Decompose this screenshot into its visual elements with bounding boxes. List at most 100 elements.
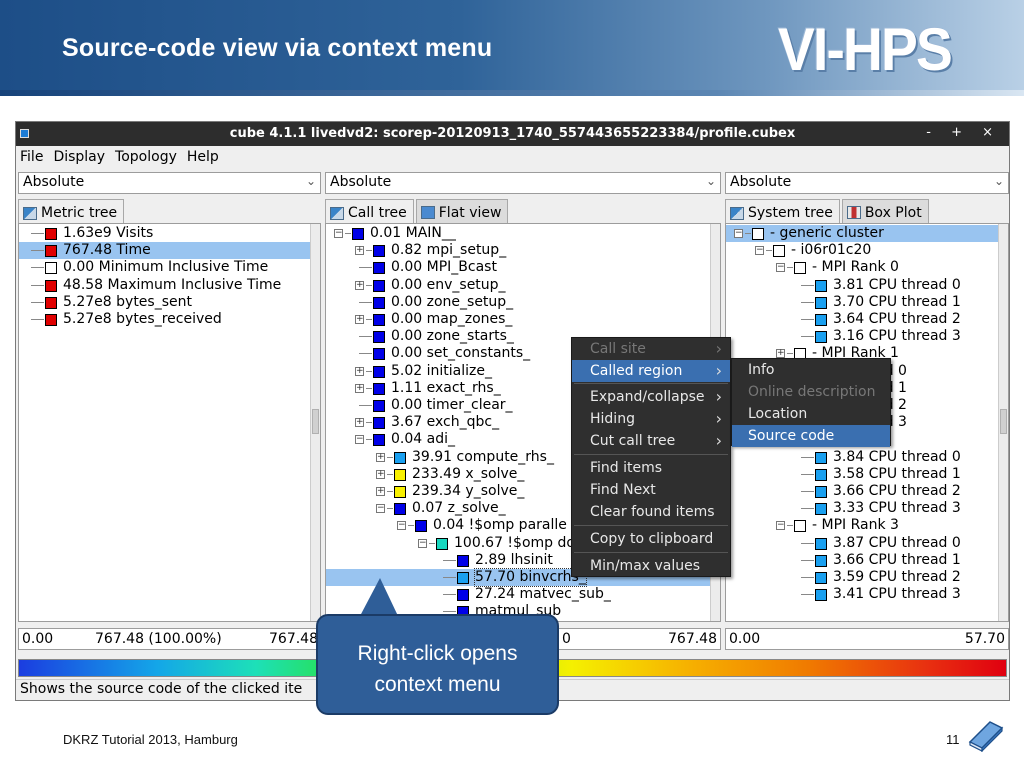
expand-icon[interactable]: +: [355, 418, 364, 428]
menu-item-find-items[interactable]: Find items: [572, 457, 730, 479]
tree-row[interactable]: 5.27e8 bytes_sent: [19, 294, 310, 311]
system-tree-scrollbar[interactable]: [998, 224, 1008, 621]
menu-item-call-site[interactable]: Call site ›: [572, 338, 730, 360]
tree-connector: [801, 559, 814, 561]
tree-row[interactable]: +0.00 env_setup_: [326, 277, 710, 294]
collapse-icon[interactable]: −: [397, 521, 406, 531]
menu-item-info[interactable]: Info: [732, 359, 890, 381]
tree-row[interactable]: 3.81 CPU thread 0: [726, 277, 998, 294]
tab-system-tree[interactable]: System tree: [725, 199, 840, 224]
tree-row[interactable]: 767.48 Time: [19, 242, 310, 260]
tree-row-label: 0.04 !$omp paralle: [433, 517, 567, 534]
expand-icon[interactable]: +: [376, 469, 385, 479]
color-square-icon: [815, 486, 827, 498]
menu-item-location[interactable]: Location: [732, 403, 890, 425]
tree-row[interactable]: 3.41 CPU thread 3: [726, 586, 998, 603]
tree-row[interactable]: 3.87 CPU thread 0: [726, 535, 998, 552]
tree-row[interactable]: − - i06r01c20: [726, 242, 998, 259]
menu-item-label: Clear found items: [590, 504, 715, 520]
expand-icon[interactable]: +: [355, 366, 364, 376]
menu-item-copy-to-clipboard[interactable]: Copy to clipboard: [572, 528, 730, 550]
menu-item-find-next[interactable]: Find Next: [572, 479, 730, 501]
metric-tree-scrollbar[interactable]: [310, 224, 320, 621]
menu-help[interactable]: Help: [187, 149, 219, 165]
tree-row[interactable]: 5.27e8 bytes_received: [19, 311, 310, 328]
collapse-icon[interactable]: −: [734, 229, 743, 238]
expand-icon[interactable]: +: [355, 383, 364, 393]
expand-icon[interactable]: +: [355, 280, 364, 290]
tree-row[interactable]: 3.33 CPU thread 3: [726, 500, 998, 517]
color-square-icon: [457, 572, 469, 584]
menu-file[interactable]: File: [20, 149, 43, 165]
collapse-icon[interactable]: −: [418, 538, 427, 548]
tree-row-label: 27.24 matvec_sub_: [475, 586, 611, 603]
expand-icon[interactable]: +: [376, 452, 385, 462]
callout-line-2: context menu: [374, 673, 501, 696]
metric-tree[interactable]: 5.27e8 bytes_received 5.27e8 bytes_sent 48…: [18, 223, 321, 622]
collapse-icon[interactable]: −: [376, 504, 385, 514]
metric-value-mode-select[interactable]: Absolute ⌄: [18, 172, 321, 194]
tree-row[interactable]: − - generic cluster: [726, 225, 998, 243]
tree-row-label: 0.82 mpi_setup_: [391, 242, 507, 259]
tree-row[interactable]: 3.70 CPU thread 1: [726, 294, 998, 311]
tree-row[interactable]: − 0.01 MAIN__: [326, 225, 710, 242]
collapse-icon[interactable]: −: [776, 521, 785, 531]
expand-icon[interactable]: +: [355, 315, 364, 324]
tree-row[interactable]: 0.00 MPI_Bcast: [326, 259, 710, 276]
tree-row-label: 3.70 CPU thread 1: [833, 293, 961, 310]
window-titlebar[interactable]: cube 4.1.1 livedvd2: scorep-20120913_174…: [16, 122, 1009, 146]
tab-call-tree[interactable]: Call tree: [325, 199, 414, 224]
tree-row[interactable]: 3.59 CPU thread 2: [726, 569, 998, 586]
tree-connector: [387, 491, 393, 492]
tab-metric-tree[interactable]: Metric tree: [18, 199, 125, 224]
tree-row[interactable]: − - MPI Rank 3: [726, 517, 998, 534]
tree-row[interactable]: 3.66 CPU thread 2: [726, 483, 998, 500]
footer-text: DKRZ Tutorial 2013, Hamburg: [63, 732, 238, 747]
tree-connector: [408, 525, 414, 527]
tree-connector: [366, 284, 372, 286]
expand-icon[interactable]: +: [376, 487, 385, 496]
tree-row-label: 0.07 z_solve_: [412, 500, 506, 517]
menu-item-clear-found-items[interactable]: Clear found items: [572, 501, 730, 523]
tree-row[interactable]: 3.64 CPU thread 2: [726, 311, 998, 328]
menu-item-expand-collapse[interactable]: Expand/collapse ›: [572, 386, 730, 408]
tree-row[interactable]: 3.66 CPU thread 1: [726, 552, 998, 569]
tree-row[interactable]: 48.58 Maximum Inclusive Time: [19, 277, 310, 294]
tree-row[interactable]: +0.00 map_zones_: [326, 311, 710, 328]
scrollbar-thumb[interactable]: [312, 409, 319, 434]
menu-item-source-code[interactable]: Source code: [732, 425, 890, 447]
menu-item-online-description[interactable]: Online description: [732, 381, 890, 403]
tab-flat-view[interactable]: Flat view: [415, 199, 509, 223]
calltree-value-mode-select[interactable]: Absolute ⌄: [325, 172, 721, 194]
tree-row[interactable]: 3.58 CPU thread 1: [726, 466, 998, 483]
tree-row[interactable]: 0.00 Minimum Inclusive Time: [19, 259, 310, 276]
collapse-icon[interactable]: −: [776, 263, 785, 273]
system-value-mode-select[interactable]: Absolute ⌄: [725, 172, 1009, 194]
tree-connector: [359, 301, 372, 303]
menu-item-cut-call-tree[interactable]: Cut call tree ›: [572, 430, 730, 452]
menu-item-min-max-values[interactable]: Min/max values: [572, 555, 730, 577]
tree-connector: [31, 233, 44, 234]
tree-row[interactable]: − - MPI Rank 0: [726, 259, 998, 276]
collapse-icon[interactable]: −: [755, 246, 764, 256]
menu-item-hiding[interactable]: Hiding ›: [572, 408, 730, 430]
tab-box-plot[interactable]: Box Plot: [841, 199, 929, 223]
menu-display[interactable]: Display: [53, 149, 105, 165]
tree-row-label: - MPI Rank 0: [812, 259, 899, 276]
menu-item-called-region[interactable]: Called region ›: [572, 360, 730, 382]
tree-row[interactable]: 0.00 zone_setup_: [326, 294, 710, 311]
tree-row-label: 239.34 y_solve_: [412, 483, 525, 499]
tree-row-label: 39.91 compute_rhs_: [412, 448, 554, 465]
collapse-icon[interactable]: −: [334, 229, 343, 238]
tree-row[interactable]: +0.82 mpi_setup_: [326, 242, 710, 259]
tree-row[interactable]: 3.16 CPU thread 3: [726, 328, 998, 345]
expand-icon[interactable]: +: [355, 246, 364, 256]
collapse-icon[interactable]: −: [355, 435, 364, 445]
window-controls[interactable]: - + ×: [926, 125, 1001, 140]
tree-row[interactable]: 3.84 CPU thread 0: [726, 449, 998, 466]
page-number: 11: [946, 732, 960, 747]
scrollbar-thumb[interactable]: [1000, 409, 1007, 434]
tree-connector: [801, 301, 814, 303]
tree-row[interactable]: 1.63e9 Visits: [19, 225, 310, 242]
menu-topology[interactable]: Topology: [115, 149, 177, 165]
